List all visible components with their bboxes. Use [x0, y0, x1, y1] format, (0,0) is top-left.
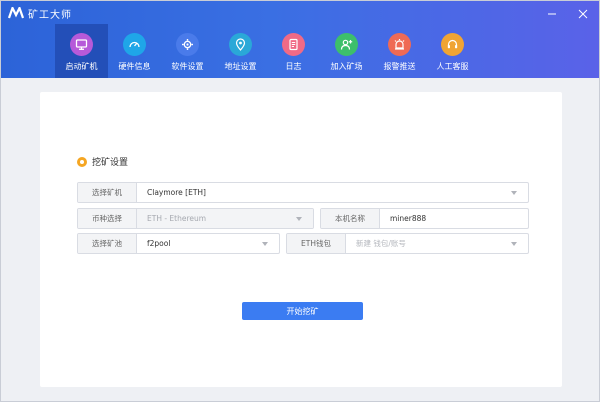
wallet-select[interactable]: ETH钱包 新建 钱包/账号	[286, 233, 529, 254]
brand: 矿工大师	[8, 6, 72, 21]
main-nav: 启动矿机 硬件信息 软件设置 地址设置 日志 加入矿场 报警推送 人工客服	[55, 24, 479, 78]
document-icon	[289, 38, 298, 51]
machine-name-input[interactable]: miner888	[380, 209, 528, 228]
nav-item-start-miner[interactable]: 启动矿机	[55, 24, 108, 78]
machine-name-label: 本机名称	[321, 209, 380, 228]
close-button[interactable]	[576, 7, 590, 21]
nav-icon-bg	[388, 33, 411, 56]
pool-value-text: f2pool	[147, 239, 171, 248]
headset-icon	[447, 39, 458, 49]
minimize-icon	[548, 13, 556, 15]
nav-icon-bg	[335, 33, 358, 56]
pool-label: 选择矿池	[78, 234, 137, 253]
nav-label: 日志	[285, 62, 302, 71]
coin-label: 币种选择	[78, 209, 137, 228]
nav-item-address-settings[interactable]: 地址设置	[214, 24, 267, 78]
chevron-down-icon	[511, 242, 517, 246]
pool-select[interactable]: 选择矿池 f2pool	[77, 233, 280, 254]
coin-select[interactable]: 币种选择 ETH - Ethereum	[77, 208, 314, 229]
nav-icon-bg	[282, 33, 305, 56]
wallet-label: ETH钱包	[287, 234, 346, 253]
nav-icon-bg	[229, 33, 252, 56]
section-bullet-icon	[77, 156, 87, 167]
section-title: 挖矿设置	[92, 158, 129, 168]
nav-item-log[interactable]: 日志	[267, 24, 320, 78]
miner-select[interactable]: 选择矿机 Claymore [ETH]	[77, 182, 529, 203]
machine-name-field[interactable]: 本机名称 miner888	[320, 208, 529, 229]
app-title: 矿工大师	[28, 9, 72, 21]
nav-icon-bg	[123, 33, 146, 56]
nav-icon-bg	[441, 33, 464, 56]
wallet-placeholder: 新建 钱包/账号	[356, 239, 406, 248]
nav-label: 硬件信息	[118, 62, 151, 71]
nav-label: 地址设置	[224, 62, 257, 71]
m-logo-icon	[8, 7, 24, 19]
gauge-icon	[129, 41, 140, 48]
alarm-icon	[394, 39, 405, 50]
gear-icon	[182, 39, 193, 50]
minimize-button[interactable]	[545, 7, 559, 21]
chevron-down-icon	[262, 242, 268, 246]
nav-label: 加入矿场	[330, 62, 363, 71]
nav-item-hardware[interactable]: 硬件信息	[108, 24, 161, 78]
nav-icon-bg	[70, 33, 93, 56]
nav-item-customer-service[interactable]: 人工客服	[426, 24, 479, 78]
nav-item-join-farm[interactable]: 加入矿场	[320, 24, 373, 78]
nav-label: 软件设置	[171, 62, 204, 71]
section-header: 挖矿设置	[77, 155, 128, 168]
app-window: 矿工大师 启动矿机 硬件信息 软件设置 地址设置 日志 加入矿场 报警推送 人工…	[0, 0, 600, 402]
miner-value: Claymore [ETH]	[137, 183, 528, 202]
miner-label: 选择矿机	[78, 183, 137, 202]
machine-name-value: miner888	[390, 214, 427, 223]
add-user-icon	[340, 39, 353, 50]
chevron-down-icon	[296, 217, 302, 221]
nav-label: 报警推送	[383, 62, 416, 71]
nav-label: 人工客服	[436, 62, 469, 71]
coin-value-text: ETH - Ethereum	[147, 214, 207, 223]
nav-label: 启动矿机	[65, 62, 98, 71]
nav-item-software-settings[interactable]: 软件设置	[161, 24, 214, 78]
wallet-input[interactable]: 新建 钱包/账号	[346, 234, 528, 253]
start-mining-button[interactable]: 开始挖矿	[242, 302, 363, 320]
location-icon	[235, 38, 246, 51]
chevron-down-icon	[511, 191, 517, 195]
monitor-icon	[75, 39, 88, 50]
close-icon	[578, 9, 588, 19]
nav-icon-bg	[176, 33, 199, 56]
nav-item-alarm-push[interactable]: 报警推送	[373, 24, 426, 78]
coin-value: ETH - Ethereum	[137, 209, 313, 228]
pool-value: f2pool	[137, 234, 279, 253]
miner-value-text: Claymore [ETH]	[147, 188, 206, 197]
top-bar: 矿工大师 启动矿机 硬件信息 软件设置 地址设置 日志 加入矿场 报警推送 人工…	[1, 1, 599, 78]
mining-settings-panel: 挖矿设置 选择矿机 Claymore [ETH] 币种选择 ETH - Ethe…	[40, 92, 562, 387]
